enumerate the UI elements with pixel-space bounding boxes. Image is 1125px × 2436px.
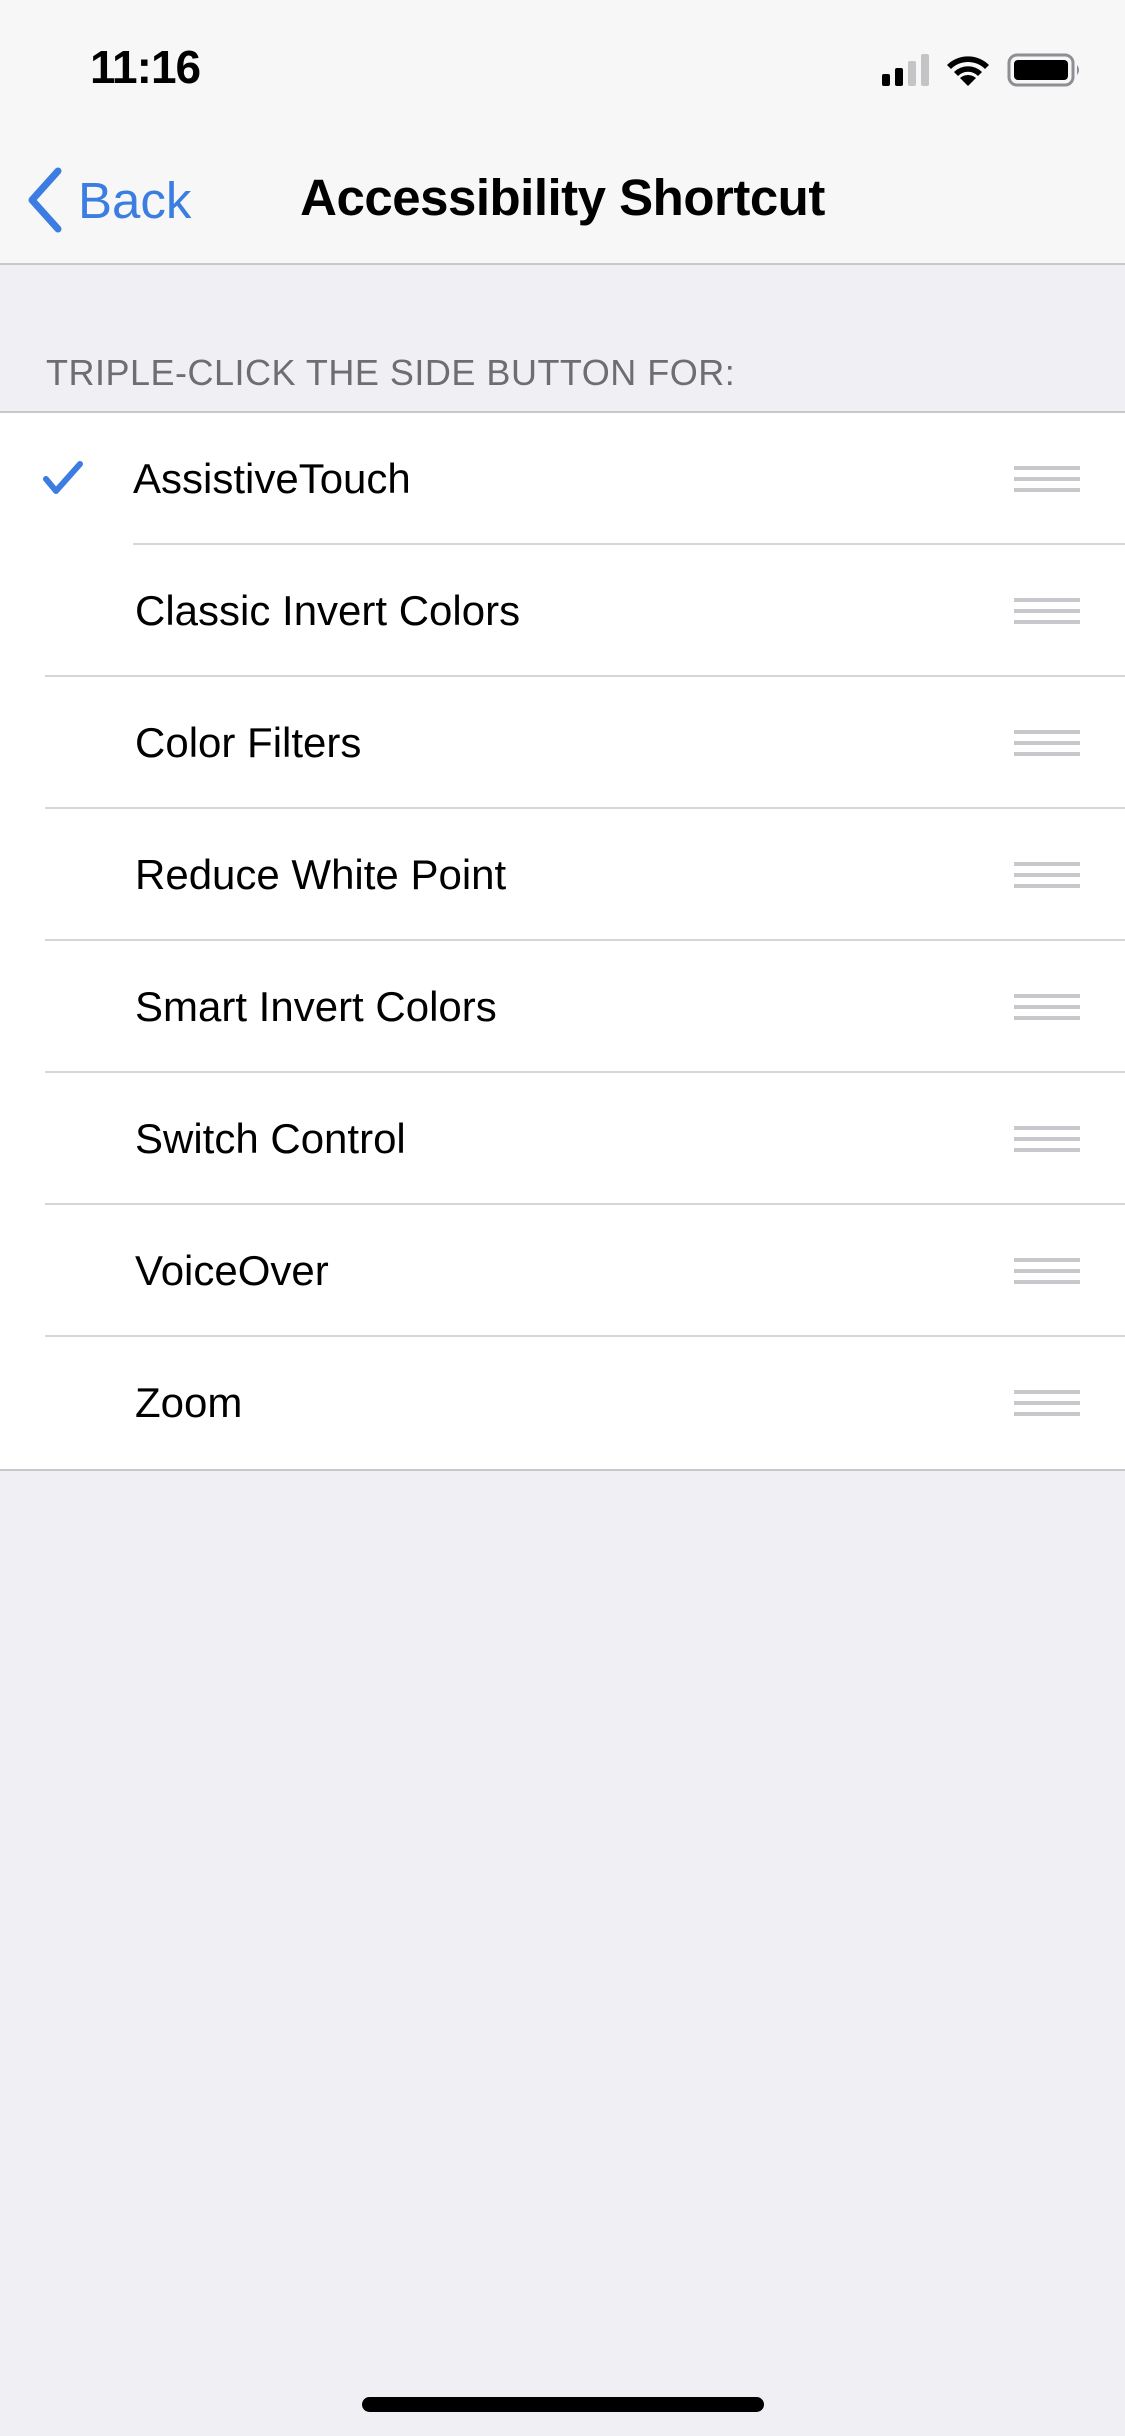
checkmark-icon — [43, 461, 83, 494]
wifi-icon — [947, 56, 989, 86]
reorder-handle-icon[interactable] — [1014, 1258, 1080, 1284]
option-label: Reduce White Point — [135, 851, 507, 898]
reorder-handle-icon[interactable] — [1014, 598, 1080, 624]
option-label: Zoom — [135, 1379, 243, 1426]
reorder-handle-icon[interactable] — [1014, 1126, 1080, 1152]
option-label: AssistiveTouch — [133, 455, 411, 502]
reorder-handle-icon[interactable] — [1014, 730, 1080, 756]
option-row-classic-invert-colors[interactable]: Classic Invert Colors — [0, 545, 1125, 677]
home-indicator[interactable] — [362, 2397, 764, 2412]
option-label: Switch Control — [135, 1115, 406, 1162]
option-row-voiceover[interactable]: VoiceOver — [0, 1205, 1125, 1337]
shortcut-options-list: AssistiveTouch Classic Invert Colors Col… — [0, 411, 1125, 1471]
battery-full-icon — [1007, 53, 1079, 87]
reorder-handle-icon[interactable] — [1014, 994, 1080, 1020]
page-title: Accessibility Shortcut — [300, 169, 825, 226]
reorder-handle-icon[interactable] — [1014, 1390, 1080, 1416]
option-row-assistivetouch[interactable]: AssistiveTouch — [0, 413, 1125, 545]
option-label: Classic Invert Colors — [135, 587, 521, 634]
option-row-zoom[interactable]: Zoom — [0, 1337, 1125, 1469]
option-row-reduce-white-point[interactable]: Reduce White Point — [0, 809, 1125, 941]
option-label: VoiceOver — [135, 1247, 329, 1294]
reorder-handle-icon[interactable] — [1014, 862, 1080, 888]
section-header: TRIPLE-CLICK THE SIDE BUTTON FOR: — [46, 352, 736, 393]
option-row-smart-invert-colors[interactable]: Smart Invert Colors — [0, 941, 1125, 1073]
option-row-color-filters[interactable]: Color Filters — [0, 677, 1125, 809]
top-bar: 11:16 Back Accessibility Shortcut — [0, 0, 1125, 265]
option-label: Color Filters — [135, 719, 362, 766]
status-icons — [882, 50, 1083, 90]
reorder-handle-icon[interactable] — [1014, 466, 1080, 492]
option-label: Smart Invert Colors — [135, 983, 497, 1030]
status-time: 11:16 — [90, 41, 201, 93]
option-row-switch-control[interactable]: Switch Control — [0, 1073, 1125, 1205]
cellular-signal-icon — [882, 54, 929, 86]
